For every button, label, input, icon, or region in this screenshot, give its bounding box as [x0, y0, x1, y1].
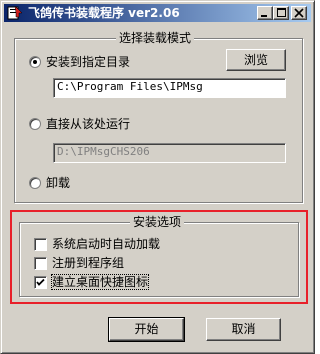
- uninstall-label[interactable]: 卸载: [46, 176, 70, 190]
- maximize-icon: [277, 8, 286, 17]
- install-dir-field[interactable]: C:\Program Files\IPMsg: [53, 78, 286, 98]
- close-button[interactable]: [291, 6, 307, 20]
- checkbox-desktop-shortcut[interactable]: [34, 276, 47, 289]
- title-bar[interactable]: 飞鸽传书装载程序 ver2.06: [4, 4, 311, 22]
- checkmark-icon: [36, 278, 45, 286]
- minimize-button[interactable]: [257, 6, 273, 20]
- install-to-dir-label[interactable]: 安装到指定目录: [46, 55, 130, 69]
- install-options-title: 安装选项: [130, 215, 185, 229]
- autostart-label[interactable]: 系统启动时自动加载: [52, 237, 160, 251]
- radio-install-to-dir[interactable]: [29, 56, 41, 68]
- radio-selected-dot: [33, 60, 37, 64]
- app-icon: [7, 5, 23, 21]
- window-title: 飞鸽传书装载程序 ver2.06: [28, 6, 180, 20]
- start-button[interactable]: 开始: [108, 317, 185, 342]
- run-from-here-label[interactable]: 直接从该处运行: [46, 117, 130, 131]
- cancel-label: 取消: [231, 322, 256, 336]
- browse-button[interactable]: 浏览: [226, 49, 286, 71]
- install-mode-title: 选择装载模式: [116, 31, 195, 45]
- minimize-icon: [261, 15, 267, 17]
- run-dir-field: D:\IPMsgCHS206: [53, 143, 286, 163]
- radio-uninstall[interactable]: [29, 177, 41, 189]
- cancel-button[interactable]: 取消: [206, 318, 281, 341]
- program-group-label[interactable]: 注册到程序组: [52, 256, 124, 270]
- start-label: 开始: [134, 322, 159, 336]
- checkbox-program-group[interactable]: [34, 257, 47, 270]
- radio-run-from-here[interactable]: [29, 118, 41, 130]
- desktop-shortcut-label[interactable]: 建立桌面快捷图标: [50, 274, 150, 290]
- installer-window: 飞鸽传书装载程序 ver2.06 选择装载模式 浏览 安装到指定目录 C:\Pr…: [0, 0, 315, 354]
- maximize-button[interactable]: [273, 6, 289, 20]
- close-icon: [294, 8, 304, 18]
- browse-label: 浏览: [243, 53, 268, 67]
- checkbox-autostart[interactable]: [34, 238, 47, 251]
